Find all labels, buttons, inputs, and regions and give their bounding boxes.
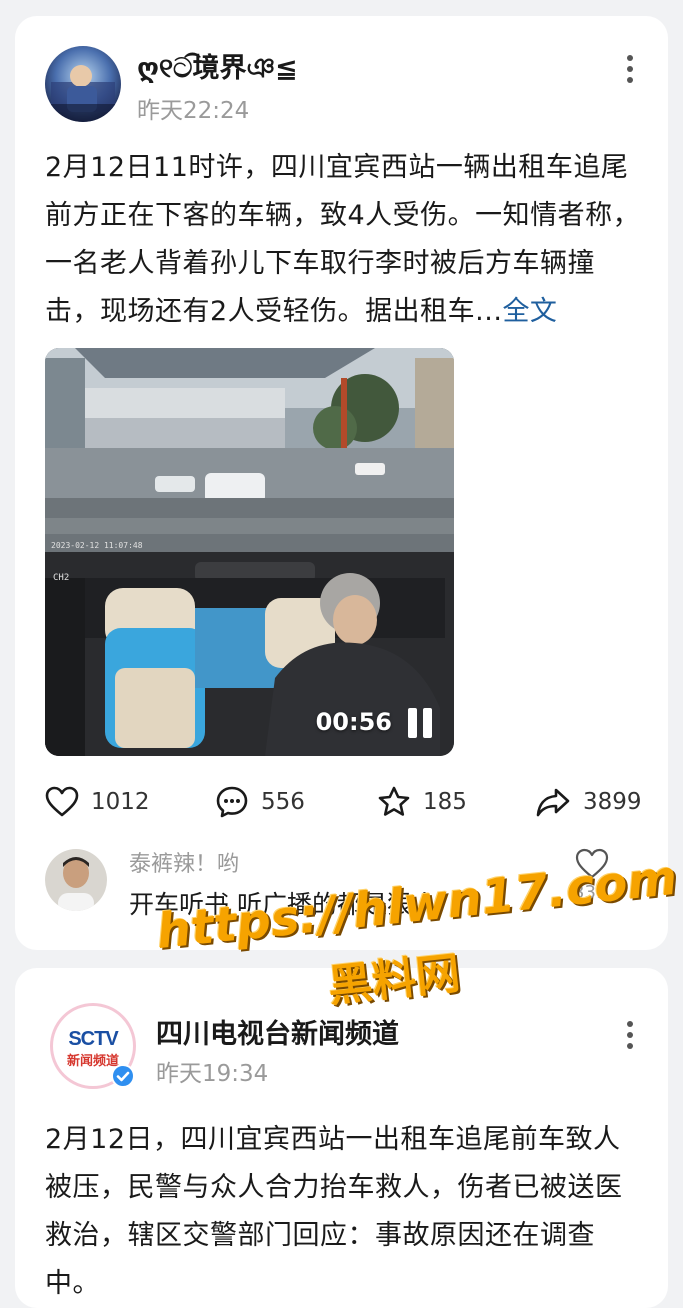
expand-full-text-link[interactable]: 全文 [502,296,557,327]
share-button[interactable]: 3899 [535,782,642,822]
comment-heart-icon[interactable] [575,848,609,880]
comment-count: 556 [261,789,305,815]
post-time: 昨天19:34 [156,1061,269,1087]
share-icon [536,788,570,817]
favorite-count: 185 [423,789,467,815]
post-card[interactable]: ღ୧ට͡境界ঞ≦ 昨天22:24 2月12日11时许，四川宜宾西站一辆出租车追尾… [15,16,668,950]
heart-icon [45,786,79,817]
more-options-icon[interactable] [620,52,640,86]
author-avatar[interactable]: SCTV 新闻频道 [50,1003,136,1089]
like-button[interactable]: 1012 [45,782,150,822]
comment-button[interactable]: 556 [215,782,305,822]
author-name[interactable]: 四川电视台新闻频道 [156,1012,399,1051]
more-options-icon[interactable] [620,1018,640,1052]
favorite-button[interactable]: 185 [377,782,467,822]
post-text: 2月12日，四川宜宾西站一出租车追尾前车致人被压，民警与众人合力抬车救人，伤者已… [45,1124,623,1299]
comment-like-count: 339 [573,882,608,903]
author-avatar[interactable] [45,46,121,122]
author-name[interactable]: ღ୧ට͡境界ঞ≦ [137,46,298,93]
commenter-avatar[interactable] [45,849,107,911]
sctv-logo-text: SCTV [68,1028,118,1050]
verified-badge-icon [111,1064,135,1088]
commenter-name[interactable]: 泰裤辣！哟 [129,846,239,878]
post-card[interactable]: SCTV 新闻频道 四川电视台新闻频道 昨天19:34 2月12日，四川宜宾西站… [15,968,668,1308]
comment-icon [216,786,248,818]
video-frame: 2023-02-12 11:07:48 CH2 [45,348,454,756]
post-text: 2月12日11时许，四川宜宾西站一辆出租车追尾前方正在下客的车辆，致4人受伤。一… [45,144,645,336]
action-bar: 1012 556 185 3899 [45,782,645,822]
comment-text: 开车听书 听广播的都是狠人 [129,890,437,919]
share-count: 3899 [583,789,642,815]
video-player[interactable]: 2023-02-12 11:07:48 CH2 00:56 [45,348,454,756]
video-timecode: 00:56 [315,708,392,736]
camera-label: CH2 [53,573,69,583]
post-time: 昨天22:24 [137,98,250,124]
pause-icon[interactable] [406,708,434,738]
like-count: 1012 [91,789,150,815]
star-icon [378,786,410,816]
svg-text:2023-02-12 11:07:48: 2023-02-12 11:07:48 [51,541,143,550]
